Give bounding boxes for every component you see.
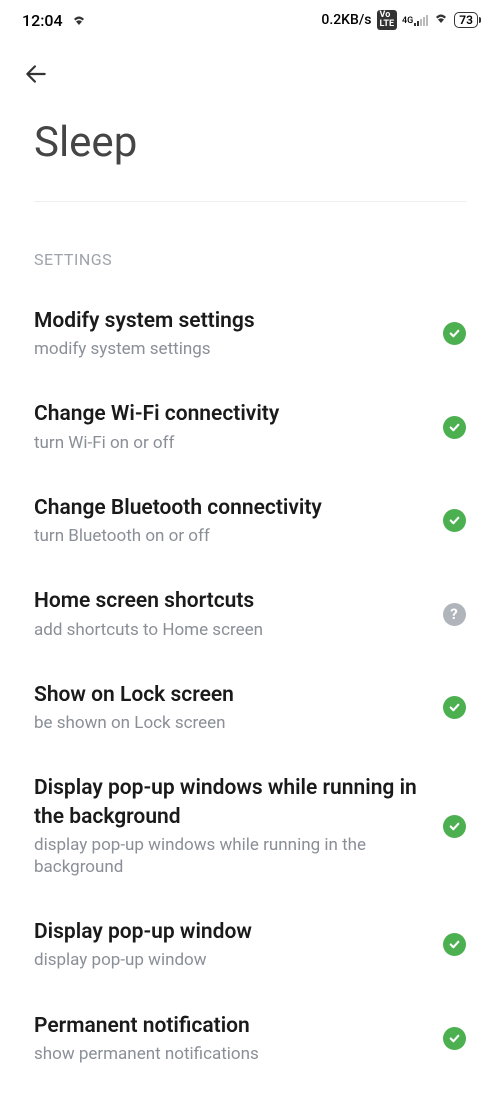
setting-text: Permanent notification show permanent not… bbox=[34, 1012, 422, 1065]
back-button[interactable] bbox=[22, 60, 50, 88]
status-bar-right: 0.2KB/s VoLTE 4G 73 bbox=[321, 10, 478, 30]
check-circle-icon bbox=[442, 933, 466, 957]
setting-item[interactable]: Home screen shortcuts add shortcuts to Ho… bbox=[34, 567, 466, 660]
check-circle-icon bbox=[442, 695, 466, 719]
status-bar: 12:04 0.2KB/s VoLTE 4G 73 bbox=[0, 0, 500, 40]
check-circle-icon bbox=[442, 415, 466, 439]
setting-text: Show on Lock screen be shown on Lock scre… bbox=[34, 681, 422, 734]
data-rate: 0.2KB/s bbox=[321, 12, 371, 28]
setting-desc: modify system settings bbox=[34, 338, 422, 360]
setting-text: Modify system settings modify system sett… bbox=[34, 307, 422, 360]
wifi-icon bbox=[433, 12, 449, 28]
setting-title: Change Bluetooth connectivity bbox=[34, 494, 422, 522]
question-circle-icon: ? bbox=[442, 602, 466, 626]
battery-indicator: 73 bbox=[454, 12, 478, 28]
setting-item[interactable]: Modify system settings modify system sett… bbox=[34, 287, 466, 380]
setting-desc: display pop-up window bbox=[34, 949, 422, 971]
setting-text: Home screen shortcuts add shortcuts to Ho… bbox=[34, 587, 422, 640]
setting-item[interactable]: Permanent notification show permanent not… bbox=[34, 992, 466, 1085]
setting-text: Display pop-up window display pop-up wind… bbox=[34, 918, 422, 971]
setting-desc: display pop-up windows while running in … bbox=[34, 834, 422, 878]
setting-text: Change Wi-Fi connectivity turn Wi-Fi on o… bbox=[34, 400, 422, 453]
setting-desc: be shown on Lock screen bbox=[34, 712, 422, 734]
navigation-bar bbox=[0, 40, 500, 98]
setting-item[interactable]: Change Bluetooth connectivity turn Blueto… bbox=[34, 474, 466, 567]
setting-text: Change Bluetooth connectivity turn Blueto… bbox=[34, 494, 422, 547]
setting-desc: turn Wi-Fi on or off bbox=[34, 432, 422, 454]
setting-title: Change Wi-Fi connectivity bbox=[34, 400, 422, 428]
page-title: Sleep bbox=[34, 118, 466, 167]
setting-title: Display pop-up window bbox=[34, 918, 422, 946]
check-circle-icon bbox=[442, 322, 466, 346]
settings-list: Modify system settings modify system sett… bbox=[0, 287, 500, 1085]
setting-item[interactable]: Show on Lock screen be shown on Lock scre… bbox=[34, 661, 466, 754]
volte-icon: VoLTE bbox=[377, 10, 398, 30]
arrow-left-icon bbox=[23, 61, 49, 87]
status-bar-left: 12:04 bbox=[22, 11, 87, 30]
setting-desc: show permanent notifications bbox=[34, 1043, 422, 1065]
setting-title: Show on Lock screen bbox=[34, 681, 422, 709]
setting-title: Display pop-up windows while running in … bbox=[34, 774, 422, 831]
setting-item[interactable]: Display pop-up windows while running in … bbox=[34, 754, 466, 898]
check-circle-icon bbox=[442, 1026, 466, 1050]
setting-title: Modify system settings bbox=[34, 307, 422, 335]
setting-title: Permanent notification bbox=[34, 1012, 422, 1040]
section-header: SETTINGS bbox=[0, 202, 500, 287]
setting-title: Home screen shortcuts bbox=[34, 587, 422, 615]
setting-desc: turn Bluetooth on or off bbox=[34, 525, 422, 547]
setting-text: Display pop-up windows while running in … bbox=[34, 774, 422, 878]
setting-item[interactable]: Display pop-up window display pop-up wind… bbox=[34, 898, 466, 991]
title-area: Sleep bbox=[0, 98, 500, 201]
status-time: 12:04 bbox=[22, 11, 63, 30]
check-circle-icon bbox=[442, 814, 466, 838]
check-circle-icon bbox=[442, 509, 466, 533]
setting-item[interactable]: Change Wi-Fi connectivity turn Wi-Fi on o… bbox=[34, 380, 466, 473]
wifi-icon bbox=[71, 11, 87, 30]
signal-icon: 4G bbox=[402, 15, 428, 26]
setting-desc: add shortcuts to Home screen bbox=[34, 619, 422, 641]
